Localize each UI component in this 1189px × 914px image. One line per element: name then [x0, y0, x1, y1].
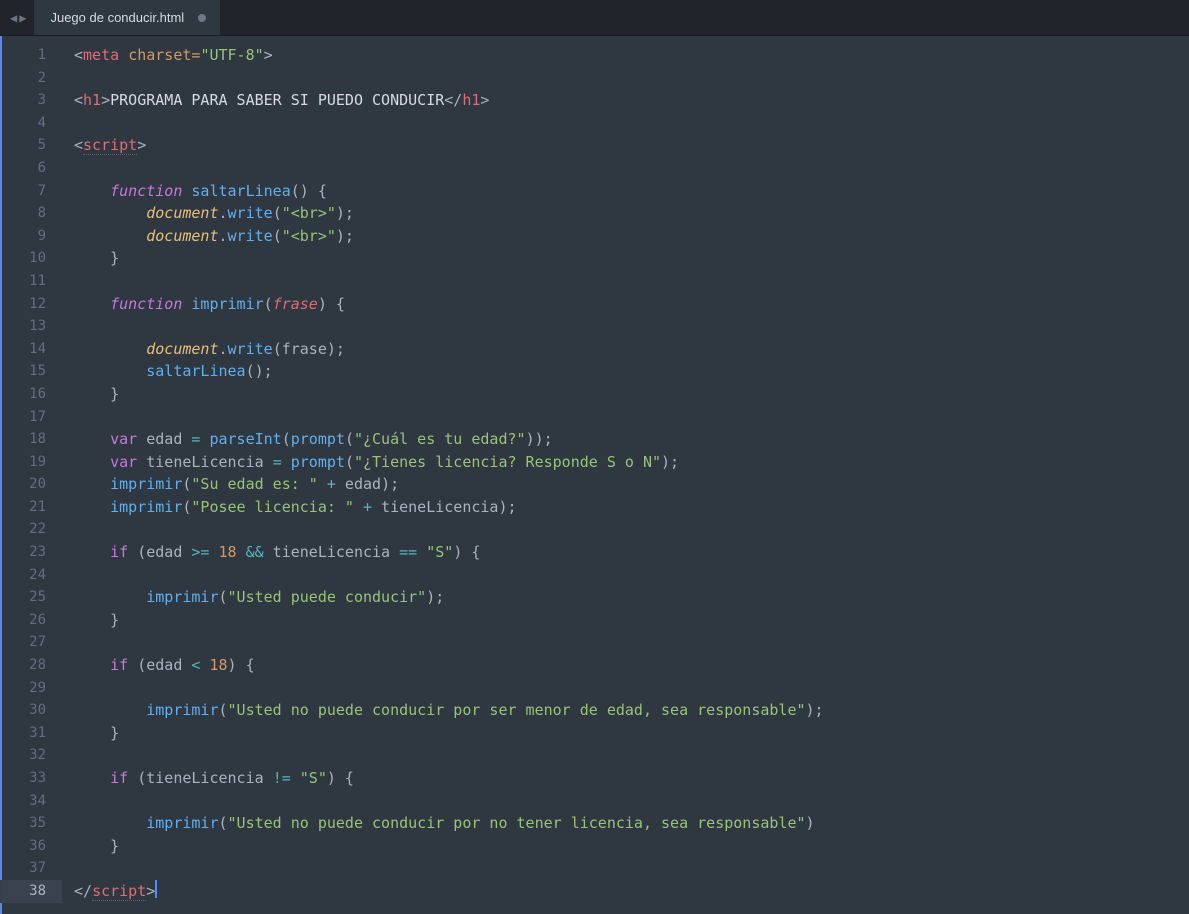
nav-back-icon[interactable]: ◀ [10, 11, 17, 25]
line-number: 3 [2, 89, 62, 112]
line-number: 37 [2, 857, 62, 880]
line-number: 1 [2, 44, 62, 67]
code-line[interactable]: } [62, 383, 1189, 406]
code-line[interactable]: function imprimir(frase) { [62, 293, 1189, 316]
line-number: 27 [2, 631, 62, 654]
code-line[interactable] [62, 790, 1189, 813]
tab-bar: ◀ ▶ Juego de conducir.html [0, 0, 1189, 36]
line-number: 17 [2, 406, 62, 429]
nav-forward-icon[interactable]: ▶ [19, 11, 26, 25]
tab-filename: Juego de conducir.html [50, 10, 184, 25]
code-line[interactable]: imprimir("Posee licencia: " + tieneLicen… [62, 496, 1189, 519]
line-number: 18 [2, 428, 62, 451]
code-line[interactable]: var tieneLicencia = prompt("¿Tienes lice… [62, 451, 1189, 474]
code-line[interactable]: document.write(frase); [62, 338, 1189, 361]
line-number: 30 [2, 699, 62, 722]
code-area[interactable]: <meta charset="UTF-8"> <h1>PROGRAMA PARA… [62, 36, 1189, 914]
line-number: 36 [2, 835, 62, 858]
line-number: 6 [2, 157, 62, 180]
line-number: 28 [2, 654, 62, 677]
code-line[interactable]: } [62, 609, 1189, 632]
line-number: 22 [2, 518, 62, 541]
line-number: 12 [2, 293, 62, 316]
code-line[interactable]: } [62, 722, 1189, 745]
code-line[interactable]: <meta charset="UTF-8"> [62, 44, 1189, 67]
line-number: 25 [2, 586, 62, 609]
code-line[interactable]: if (tieneLicencia != "S") { [62, 767, 1189, 790]
code-line[interactable] [62, 744, 1189, 767]
line-number: 19 [2, 451, 62, 474]
line-number: 15 [2, 360, 62, 383]
code-line[interactable] [62, 157, 1189, 180]
line-number: 38 [2, 880, 62, 903]
code-line[interactable]: } [62, 835, 1189, 858]
line-number: 32 [2, 744, 62, 767]
line-number: 31 [2, 722, 62, 745]
line-number: 5 [2, 134, 62, 157]
code-line[interactable]: </script> [62, 880, 1189, 903]
line-number: 35 [2, 812, 62, 835]
code-line[interactable] [62, 677, 1189, 700]
code-editor[interactable]: 1234567891011121314151617181920212223242… [0, 36, 1189, 914]
code-line[interactable]: imprimir("Usted no puede conducir por no… [62, 812, 1189, 835]
line-number: 16 [2, 383, 62, 406]
line-number: 10 [2, 247, 62, 270]
line-number: 4 [2, 112, 62, 135]
line-number: 20 [2, 473, 62, 496]
code-line[interactable]: imprimir("Usted puede conducir"); [62, 586, 1189, 609]
code-line[interactable]: } [62, 247, 1189, 270]
code-line[interactable] [62, 406, 1189, 429]
code-line[interactable]: if (edad >= 18 && tieneLicencia == "S") … [62, 541, 1189, 564]
line-number: 14 [2, 338, 62, 361]
code-line[interactable]: document.write("<br>"); [62, 225, 1189, 248]
editor-tab[interactable]: Juego de conducir.html [34, 0, 220, 35]
tab-dirty-indicator-icon [198, 14, 206, 22]
tab-nav-arrows: ◀ ▶ [0, 0, 34, 35]
line-number-gutter: 1234567891011121314151617181920212223242… [0, 36, 62, 914]
code-line[interactable]: document.write("<br>"); [62, 202, 1189, 225]
code-line[interactable] [62, 631, 1189, 654]
code-line[interactable] [62, 270, 1189, 293]
code-line[interactable]: saltarLinea(); [62, 360, 1189, 383]
code-line[interactable] [62, 112, 1189, 135]
code-line[interactable]: imprimir("Usted no puede conducir por se… [62, 699, 1189, 722]
code-line[interactable]: if (edad < 18) { [62, 654, 1189, 677]
line-number: 23 [2, 541, 62, 564]
line-number: 24 [2, 564, 62, 587]
line-number: 33 [2, 767, 62, 790]
line-number: 29 [2, 677, 62, 700]
line-number: 9 [2, 225, 62, 248]
code-line[interactable]: function saltarLinea() { [62, 180, 1189, 203]
code-line[interactable]: imprimir("Su edad es: " + edad); [62, 473, 1189, 496]
line-number: 34 [2, 790, 62, 813]
code-line[interactable] [62, 518, 1189, 541]
code-line[interactable] [62, 857, 1189, 880]
code-line[interactable] [62, 315, 1189, 338]
code-line[interactable] [62, 67, 1189, 90]
line-number: 2 [2, 67, 62, 90]
line-number: 13 [2, 315, 62, 338]
line-number: 8 [2, 202, 62, 225]
code-line[interactable]: var edad = parseInt(prompt("¿Cuál es tu … [62, 428, 1189, 451]
line-number: 7 [2, 180, 62, 203]
code-line[interactable] [62, 564, 1189, 587]
code-line[interactable]: <script> [62, 134, 1189, 157]
line-number: 21 [2, 496, 62, 519]
code-line[interactable]: <h1>PROGRAMA PARA SABER SI PUEDO CONDUCI… [62, 89, 1189, 112]
line-number: 11 [2, 270, 62, 293]
line-number: 26 [2, 609, 62, 632]
